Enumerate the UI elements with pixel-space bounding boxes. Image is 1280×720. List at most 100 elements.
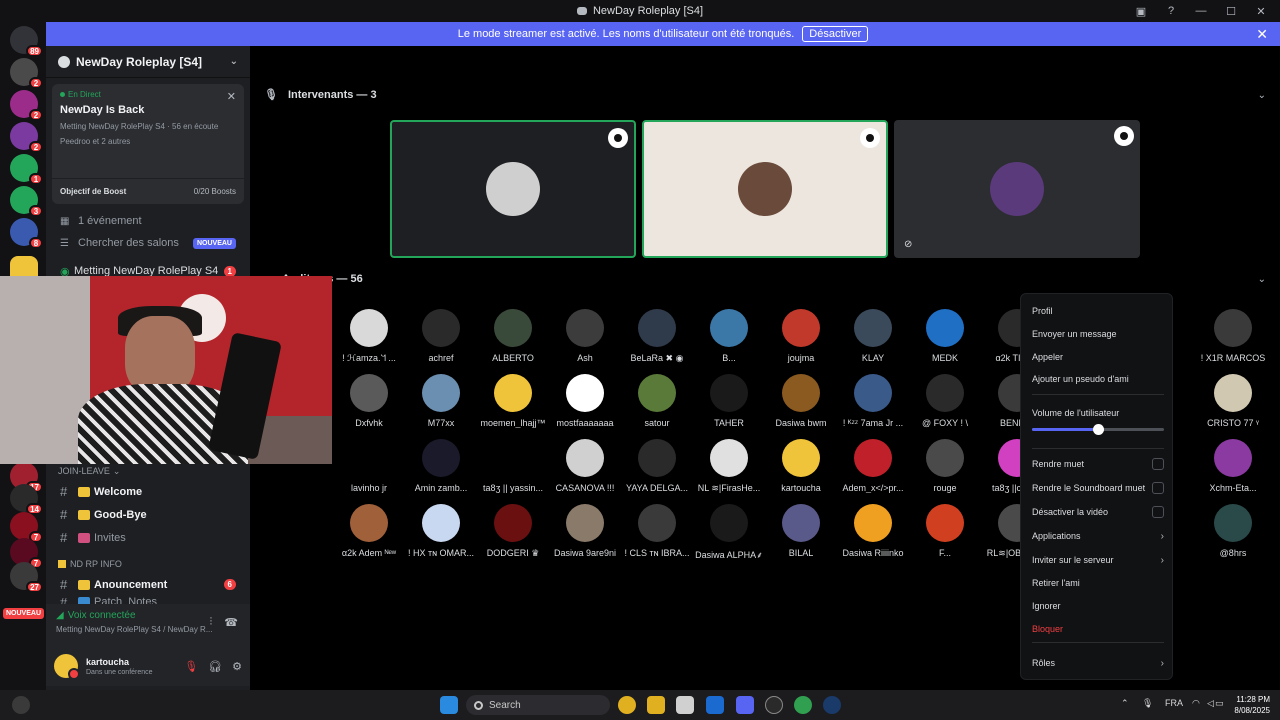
- headphones-icon[interactable]: 🎧︎: [208, 660, 222, 673]
- audience-member[interactable]: BeLaRa ✖ ◉: [621, 309, 693, 364]
- app-icon[interactable]: [765, 696, 783, 714]
- menu-item-applications[interactable]: Applications ›: [1032, 528, 1164, 544]
- menu-item-disable-video[interactable]: Désactiver la vidéo: [1032, 504, 1164, 520]
- audience-member[interactable]: @8hrs: [1197, 504, 1269, 558]
- server-icon[interactable]: 2: [10, 58, 43, 89]
- audience-member[interactable]: M77xx: [405, 374, 477, 428]
- chrome-icon[interactable]: [794, 696, 812, 714]
- speaker-tile[interactable]: [642, 120, 888, 258]
- server-icon[interactable]: 1: [10, 154, 43, 185]
- audience-member[interactable]: ALBERTO: [477, 309, 549, 363]
- menu-item-remove-friend[interactable]: Retirer l'ami: [1032, 575, 1164, 591]
- volume-slider-handle[interactable]: [1093, 424, 1104, 435]
- server-icon[interactable]: 7: [10, 512, 43, 543]
- audience-member[interactable]: KLAY: [837, 309, 909, 363]
- maximize-button[interactable]: ☐: [1218, 0, 1244, 22]
- audience-member[interactable]: kartoucha: [765, 439, 837, 493]
- audience-member[interactable]: ! ℋamza.ᖻ ...: [333, 309, 405, 364]
- chevron-down-icon[interactable]: ⌄: [1258, 274, 1266, 285]
- help-icon[interactable]: ?: [1158, 0, 1184, 22]
- audience-member[interactable]: NL ≋|FirasHe...: [693, 439, 765, 494]
- events-row[interactable]: ▦ 1 événement: [46, 210, 250, 232]
- gear-icon[interactable]: ⚙: [232, 660, 242, 673]
- menu-item-message[interactable]: Envoyer un message: [1032, 326, 1164, 342]
- menu-item-call[interactable]: Appeler: [1032, 349, 1164, 365]
- menu-item-ignore[interactable]: Ignorer: [1032, 598, 1164, 614]
- channel-invites[interactable]: # Invites: [46, 526, 250, 549]
- audience-member[interactable]: MEDK: [909, 309, 981, 363]
- disable-streamer-mode-button[interactable]: Désactiver: [802, 26, 869, 42]
- audience-member[interactable]: Xchm-Eta...: [1197, 439, 1269, 493]
- audience-member[interactable]: lavinho jr: [333, 439, 405, 493]
- channel-welcome[interactable]: # Welcome: [46, 480, 250, 503]
- boost-goal[interactable]: Objectif de Boost 0/20 Boosts: [52, 178, 244, 204]
- server-icon[interactable]: 3: [10, 186, 43, 217]
- discord-icon[interactable]: [736, 696, 754, 714]
- speaker-tile[interactable]: ⊘: [894, 120, 1140, 258]
- menu-item-invite[interactable]: Inviter sur le serveur ›: [1032, 552, 1164, 568]
- audience-member[interactable]: @ FOXY ! \: [909, 374, 981, 428]
- audience-member[interactable]: Dasiwa 9are9ni: [549, 504, 621, 558]
- microphone-muted-icon[interactable]: 🎙︎: [184, 660, 198, 673]
- audience-member[interactable]: ta8ʒ || yassin...: [477, 439, 549, 493]
- audience-member[interactable]: ! HX ᴛɴ OMAR...: [405, 504, 477, 558]
- audience-member[interactable]: Ash: [549, 309, 621, 363]
- audience-member[interactable]: rouge: [909, 439, 981, 493]
- menu-item-mute-soundboard[interactable]: Rendre le Soundboard muet: [1032, 480, 1164, 496]
- audience-member[interactable]: joujma: [765, 309, 837, 363]
- live-event-card[interactable]: En Direct ✕ NewDay Is Back Metting NewDa…: [52, 84, 244, 204]
- close-window-button[interactable]: ✕: [1248, 0, 1274, 22]
- outlook-icon[interactable]: [706, 696, 724, 714]
- audience-member[interactable]: DODGERI ♛: [477, 504, 549, 559]
- taskbar-search[interactable]: Search: [466, 695, 610, 715]
- audience-member[interactable]: Amin zamb...: [405, 439, 477, 493]
- audience-member[interactable]: YAYA DELGA...: [621, 439, 693, 493]
- microphone-icon[interactable]: 🎙︎: [1142, 698, 1153, 709]
- audience-member[interactable]: satour: [621, 374, 693, 428]
- menu-item-roles[interactable]: Rôles ›: [1032, 655, 1164, 671]
- menu-item-add-nickname[interactable]: Ajouter un pseudo d'ami: [1032, 371, 1164, 387]
- menu-item-block[interactable]: Bloquer: [1032, 621, 1164, 637]
- speaker-tile[interactable]: [390, 120, 636, 258]
- minimize-button[interactable]: —: [1188, 0, 1214, 22]
- audience-member[interactable]: mostfaaaaaaa: [549, 374, 621, 428]
- file-explorer-icon[interactable]: [647, 696, 665, 714]
- audience-member[interactable]: Dasiwa Riiiinko: [837, 504, 909, 558]
- close-icon[interactable]: ✕: [227, 90, 236, 103]
- noise-suppression-icon[interactable]: ⫶: [210, 616, 213, 629]
- chrome-icon[interactable]: [618, 696, 636, 714]
- category-join-leave[interactable]: JOIN-LEAVE ⌄: [46, 462, 250, 480]
- soundboard-checkbox[interactable]: [1152, 482, 1164, 494]
- audience-member[interactable]: ! ᴷᶻᶻ 7ama Jr ...: [837, 374, 909, 428]
- audience-member[interactable]: TAHER: [693, 374, 765, 428]
- inbox-icon[interactable]: ▣: [1128, 0, 1154, 22]
- audience-member[interactable]: BILAL: [765, 504, 837, 558]
- server-icon[interactable]: 14: [10, 484, 43, 515]
- video-checkbox[interactable]: [1152, 506, 1164, 518]
- audience-member[interactable]: Adem_x</>pr...: [837, 439, 909, 493]
- language-indicator[interactable]: FRA: [1165, 698, 1183, 708]
- disconnect-icon[interactable]: ☎: [224, 616, 238, 629]
- channel-anouncement[interactable]: # Anouncement 6: [46, 573, 250, 596]
- audience-member[interactable]: moemen_lhajj™: [477, 374, 549, 428]
- audience-member[interactable]: Dxfvhk: [333, 374, 405, 428]
- audience-member[interactable]: B...: [693, 309, 765, 363]
- channel-good-bye[interactable]: # Good-Bye: [46, 503, 250, 526]
- audience-member[interactable]: Dasiwa ALPHA⸙: [693, 504, 765, 561]
- chevron-down-icon[interactable]: ⌄: [1258, 90, 1266, 101]
- browse-channels-row[interactable]: ☰ Chercher des salons NOUVEAU: [46, 232, 250, 254]
- wifi-icon[interactable]: ◠: [1192, 698, 1200, 709]
- audience-member[interactable]: CASANOVA !!!: [549, 439, 621, 493]
- menu-item-mute[interactable]: Rendre muet: [1032, 456, 1164, 472]
- widgets-icon[interactable]: [12, 696, 30, 714]
- audience-member[interactable]: achref: [405, 309, 477, 363]
- volume-icon[interactable]: ◁: [1207, 698, 1214, 709]
- avatar[interactable]: [54, 654, 80, 680]
- chevron-up-icon[interactable]: ⌃: [1121, 698, 1129, 709]
- server-icon[interactable]: 2: [10, 90, 43, 121]
- clock[interactable]: 11:28 PM 8/08/2025: [1226, 694, 1270, 716]
- audience-member[interactable]: ! CLS ᴛɴ IBRA...: [621, 504, 693, 558]
- direct-messages-icon[interactable]: 89: [10, 26, 43, 57]
- audience-member[interactable]: CRISTO 77 ᵞ: [1197, 374, 1269, 428]
- audience-member[interactable]: F...: [909, 504, 981, 558]
